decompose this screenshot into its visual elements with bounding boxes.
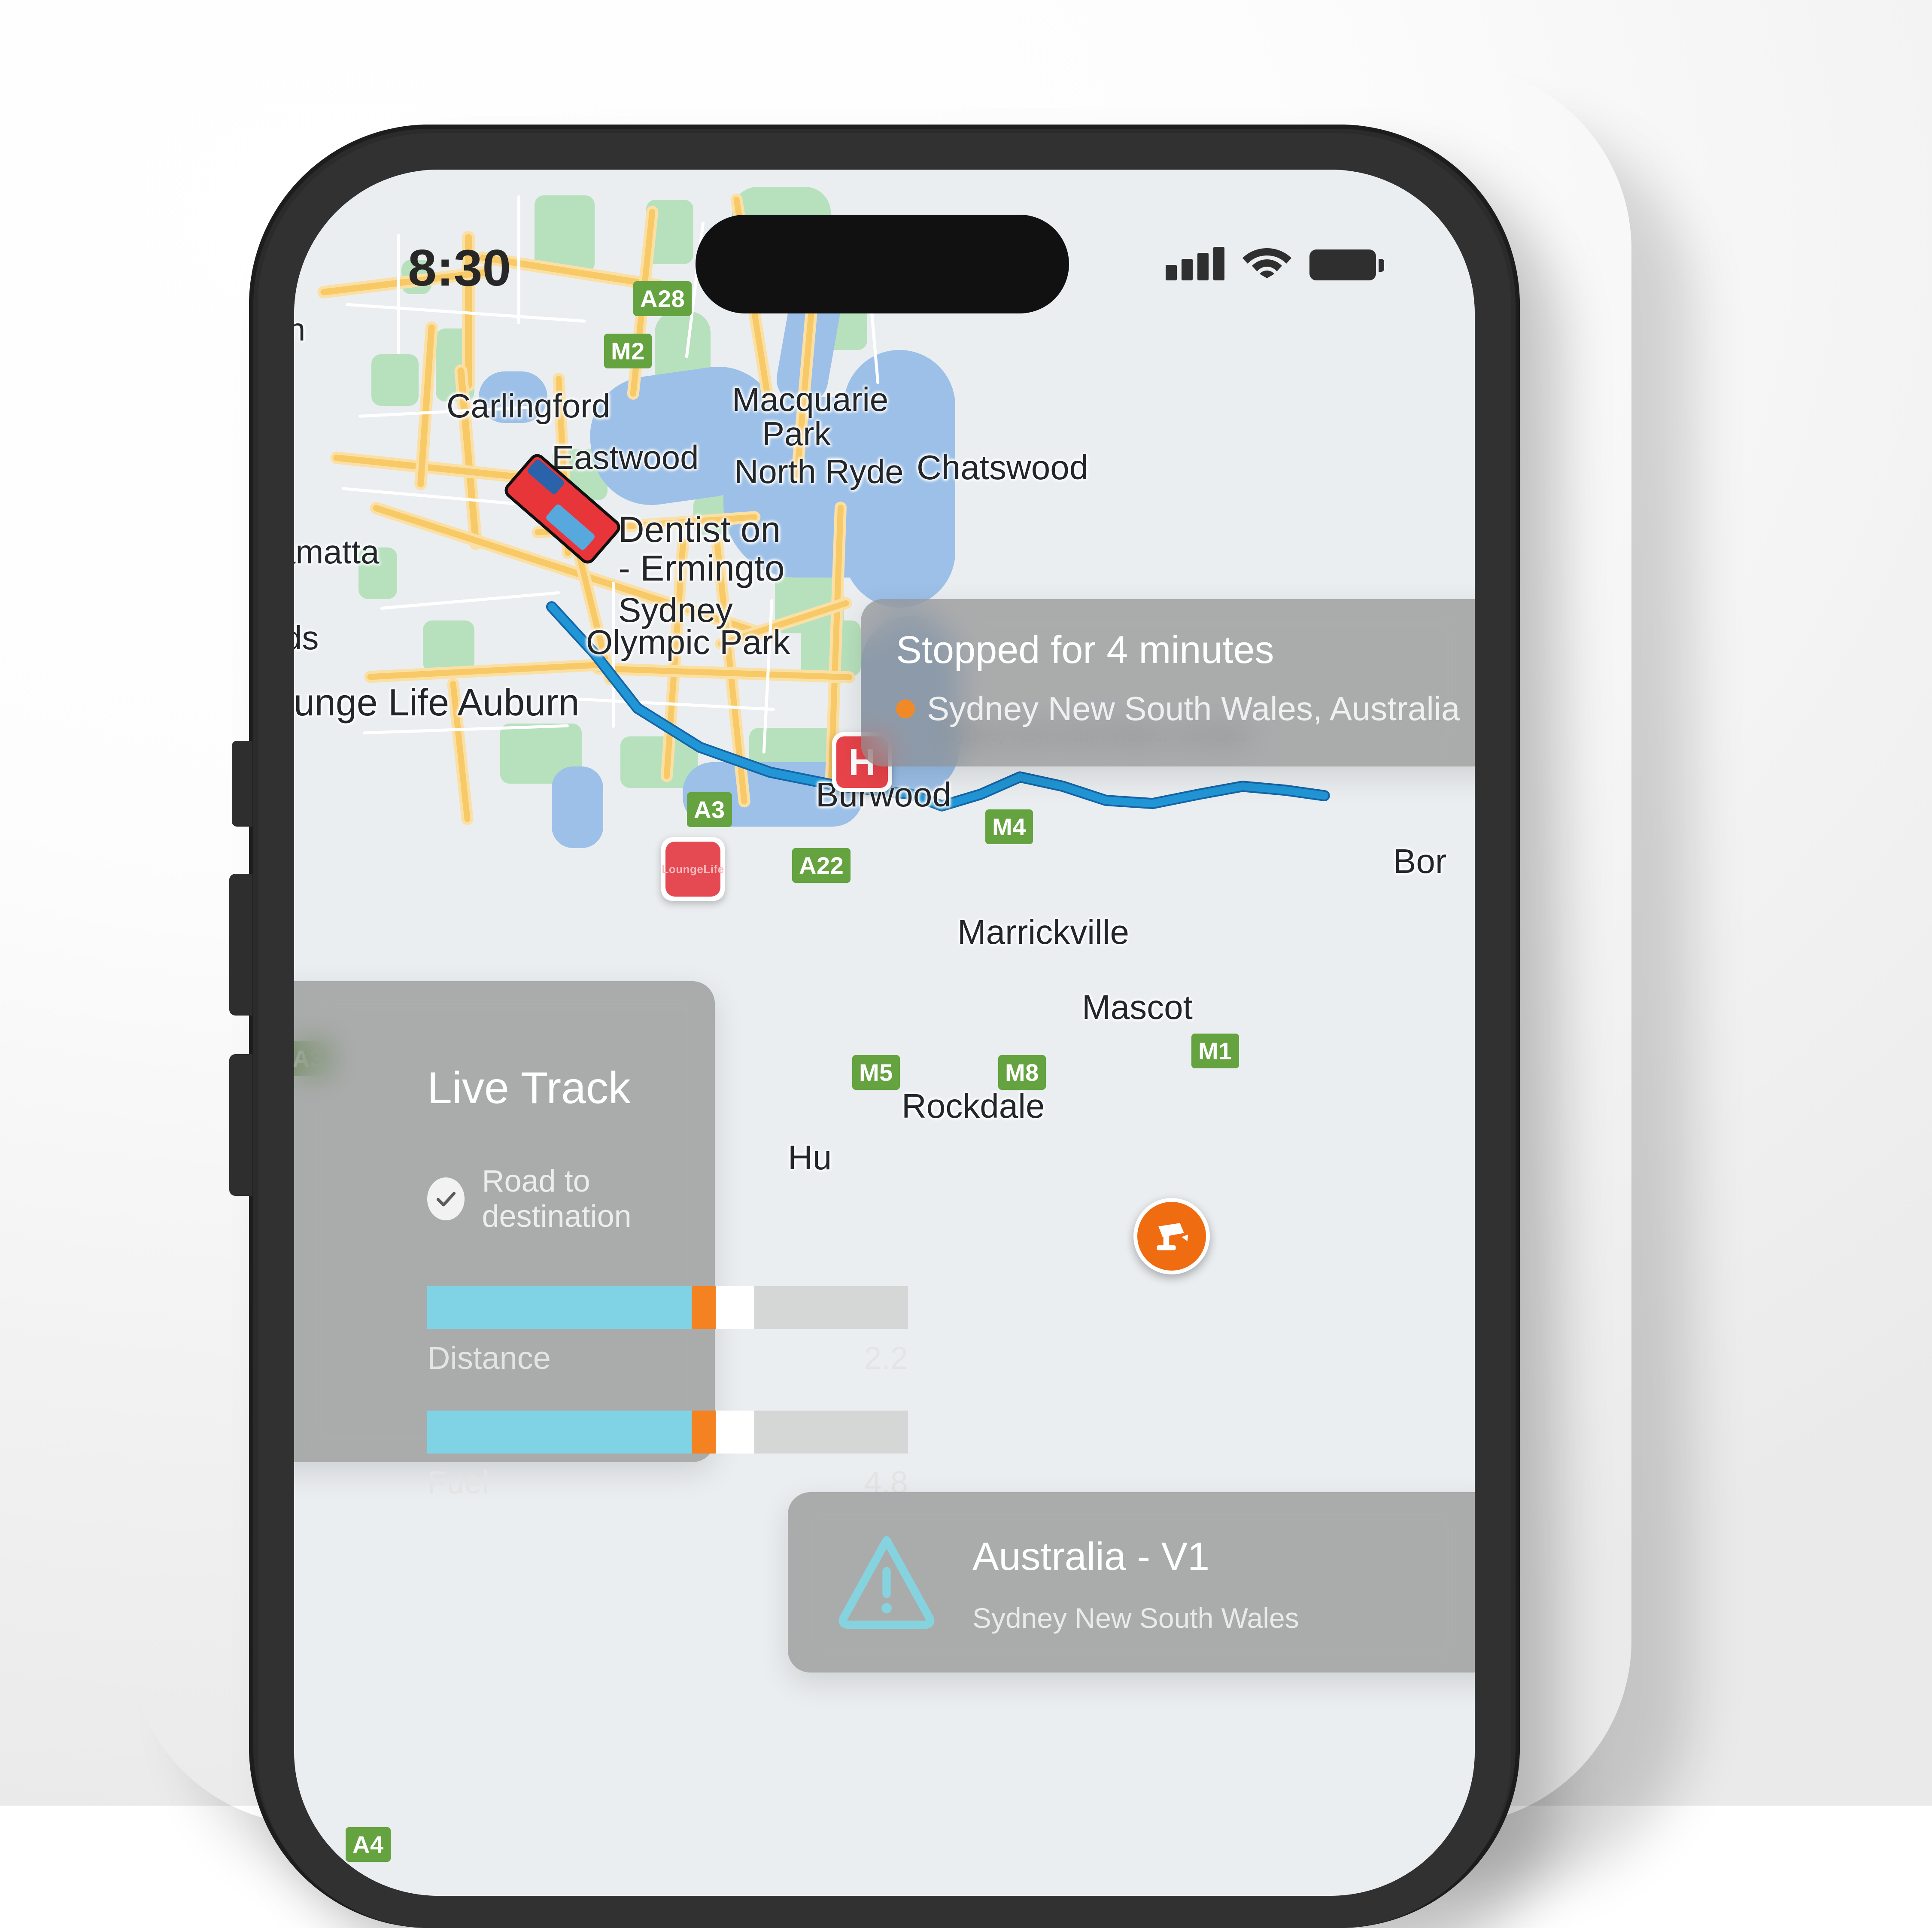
- check-icon: [427, 1177, 465, 1220]
- mute-switch-button[interactable]: [232, 741, 252, 827]
- shield-label: M4: [992, 813, 1026, 840]
- map-label-macquarie: Macquarie: [732, 380, 889, 418]
- map-label-n: n: [294, 312, 306, 347]
- lounge-life-logo-icon: LoungeLife: [662, 842, 724, 897]
- distance-value: 2.2: [864, 1340, 908, 1376]
- live-track-status-label: Road to destination: [482, 1164, 632, 1234]
- map-label-carlingford: Carlingford: [447, 387, 611, 425]
- distance-bar-gap: [716, 1286, 754, 1329]
- distance-progress[interactable]: [427, 1286, 908, 1329]
- fuel-bar-track: [754, 1411, 908, 1454]
- map-label-north-ryde: North Ryde: [734, 453, 904, 490]
- battery-full-icon: [1309, 249, 1384, 280]
- map-label-olympic-park: Olympic Park: [586, 623, 790, 661]
- shield-label: M2: [611, 338, 645, 365]
- map-label-bor: Bor: [1393, 842, 1447, 880]
- map-label-rockdale: Rockdale: [902, 1087, 1045, 1125]
- stopped-toast-location: Sydney New South Wales, Australia: [896, 689, 1460, 728]
- distance-bar-track: [754, 1286, 908, 1329]
- road-shield-m8: M8: [998, 1055, 1046, 1090]
- map-label-mascot: Mascot: [1082, 988, 1193, 1026]
- map-label-hu: Hu: [788, 1138, 832, 1177]
- fuel-bar-marker: [692, 1411, 716, 1454]
- volume-up-button[interactable]: [229, 874, 252, 1016]
- shield-label: A3: [694, 796, 725, 823]
- warning-triangle-icon: [835, 1530, 938, 1633]
- road-shield-m1: M1: [1191, 1034, 1239, 1068]
- dynamic-island: [696, 215, 1069, 313]
- fuel-bar-gap: [716, 1411, 754, 1454]
- vehicle-card-title: Australia - V1: [972, 1535, 1210, 1578]
- road-shield-m4: M4: [985, 809, 1033, 844]
- map-label-parramatta: amatta: [294, 533, 380, 571]
- vehicle-card-subtitle: Sydney New South Wales: [972, 1602, 1299, 1634]
- road-shield-a4: A4: [346, 1827, 391, 1862]
- map-label-dentist: Dentist on: [618, 509, 781, 550]
- road-shield-m5: M5: [852, 1055, 900, 1090]
- map-label-ds: ds: [294, 619, 319, 657]
- map-label-chatswood: Chatswood: [917, 448, 1089, 487]
- fuel-bar-fill: [427, 1411, 692, 1454]
- shield-label: A22: [799, 852, 844, 879]
- map-label-ermington: - Ermingto: [618, 548, 785, 588]
- distance-bar-marker: [692, 1286, 716, 1329]
- shield-label: A4: [352, 1831, 384, 1858]
- cellular-signal-icon: [1166, 247, 1224, 280]
- road-shield-a3-upper: A3: [687, 792, 732, 827]
- map-label-eastwood: Eastwood: [552, 438, 699, 476]
- status-bar: 8:30: [294, 170, 1475, 313]
- fuel-label: Fuel: [427, 1465, 489, 1500]
- road-shield-a22: A22: [792, 848, 851, 883]
- map-label-lounge-life-auburn: ounge Life Auburn: [294, 681, 580, 724]
- wifi-icon: [1242, 240, 1292, 280]
- stopped-toast-card[interactable]: Stopped for 4 minutes Sydney New South W…: [861, 599, 1475, 766]
- status-clock: 8:30: [408, 239, 511, 297]
- status-icons: [1166, 240, 1384, 280]
- map-label-marrickville: Marrickville: [957, 913, 1129, 951]
- live-track-title: Live Track: [427, 1063, 631, 1113]
- live-track-status-row: Road to destination: [427, 1164, 715, 1234]
- shield-label: M5: [859, 1059, 893, 1086]
- speed-camera-marker[interactable]: [1133, 1198, 1210, 1274]
- distance-label: Distance: [427, 1340, 551, 1376]
- shield-label: M8: [1005, 1059, 1039, 1086]
- volume-down-button[interactable]: [229, 1054, 252, 1196]
- phone-screen: A28 M2 A3 A22 M4 M5 M8 M1 A3 A4 n Carlin…: [294, 170, 1475, 1896]
- camera-icon: [1157, 1223, 1188, 1250]
- distance-bar: [427, 1286, 908, 1329]
- status-dot-icon: [896, 699, 915, 718]
- distance-bar-fill: [427, 1286, 692, 1329]
- vehicle-alert-card[interactable]: Australia - V1 Sydney New South Wales: [788, 1492, 1475, 1673]
- live-track-card[interactable]: Live Track Road to destination Distance …: [294, 981, 908, 1500]
- lounge-life-brand-marker[interactable]: LoungeLife: [661, 837, 725, 901]
- stopped-toast-title: Stopped for 4 minutes: [896, 629, 1274, 672]
- map-label-park: Park: [762, 415, 831, 453]
- road-shield-m2: M2: [604, 334, 652, 368]
- distance-labels: Distance 2.2: [427, 1340, 908, 1376]
- fuel-progress[interactable]: [427, 1411, 908, 1454]
- shield-label: M1: [1198, 1037, 1232, 1064]
- fuel-bar: [427, 1411, 908, 1454]
